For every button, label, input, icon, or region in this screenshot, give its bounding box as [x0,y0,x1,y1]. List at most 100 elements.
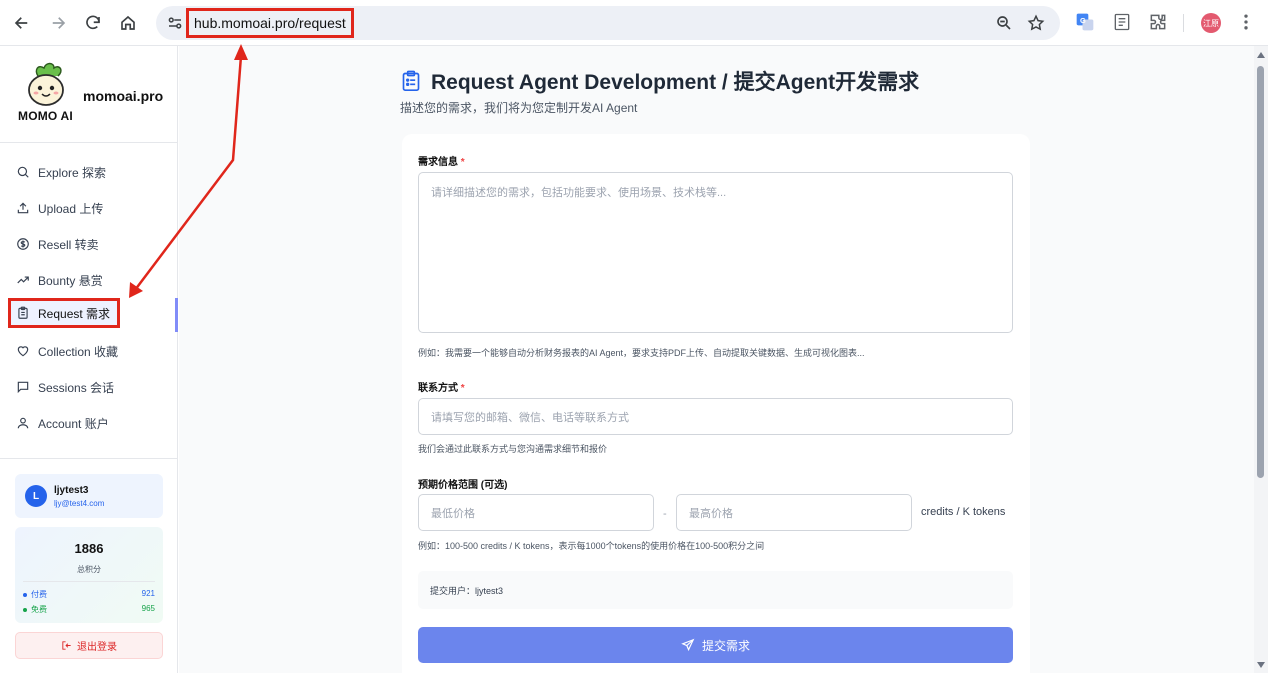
requirement-label-text: 需求信息 [418,157,458,168]
toolbar-divider [1183,14,1184,32]
points-label: 总积分 [77,565,101,574]
extensions-icon[interactable] [1148,12,1168,32]
paid-value: 921 [141,589,155,598]
sidebar-item-label: Request 需求 [38,306,111,321]
logout-label: 退出登录 [77,642,117,653]
page-subtitle: 描述您的需求，我们将为您定制开发AI Agent [400,101,638,115]
sidebar-item-label: Collection 收藏 [38,344,119,359]
back-button[interactable] [9,10,35,36]
clipboard-icon [18,306,28,319]
home-icon [121,15,135,30]
required-mark: * [460,157,465,168]
user-email: ljy@test4.com [54,499,105,508]
heart-icon [17,346,29,357]
request-form-card: 需求信息 * 请详细描述您的需求，包括功能要求、使用场景、技术栈等... 例如：… [402,134,1030,673]
arrow-left-icon [14,17,28,29]
scroll-thumb[interactable] [1257,66,1264,478]
sidebar-item-label: Account 账户 [38,416,109,431]
paid-label: 付费 [31,590,47,599]
forward-button[interactable] [45,10,71,36]
sidebar-item-sessions[interactable]: Sessions 会话 [8,372,170,402]
user-icon [17,417,29,429]
logout-icon [62,641,71,650]
contact-hint: 我们会通过此联系方式与您沟通需求细节和报价 [418,444,608,454]
reload-button[interactable] [80,10,106,36]
trending-icon [17,276,29,284]
logo-text: MOMO AI [18,109,73,123]
page-scrollbar[interactable] [1254,46,1268,673]
logout-button[interactable]: 退出登录 [15,632,163,659]
paid-dot [23,592,27,597]
send-icon [681,638,695,652]
address-bar[interactable]: hub.momoai.pro/request [156,6,1060,40]
user-name: ljytest3 [54,485,89,496]
avatar: L [25,485,47,507]
points-card: 1886 总积分 付费 921 免费 965 [15,527,163,623]
more-menu-icon[interactable] [1236,12,1256,32]
upload-icon [17,202,29,214]
search-icon [17,166,29,178]
clipboard-icon [402,70,420,92]
page-title: Request Agent Development / 提交Agent开发需求 [401,66,919,96]
free-points-row: 免费 965 [23,604,155,615]
browser-toolbar: hub.momoai.pro/request G 江原 [0,0,1268,46]
max-price-input[interactable]: 最高价格 [676,494,912,531]
user-card[interactable]: L ljytest3 ljy@test4.com [15,474,163,518]
site-settings-icon[interactable] [166,14,184,32]
points-divider [23,581,155,582]
main-content: Request Agent Development / 提交Agent开发需求 … [179,46,1254,673]
arrow-right-icon [52,17,66,29]
sidebar-item-label: Upload 上传 [38,201,104,216]
requirement-label: 需求信息 * [418,153,465,168]
sidebar-item-collection[interactable]: Collection 收藏 [8,336,170,366]
sidebar-item-label: Sessions 会话 [38,380,115,395]
requirement-hint: 例如：我需要一个能够自动分析财务报表的AI Agent，要求支持PDF上传、自动… [418,348,865,358]
sidebar-item-resell[interactable]: Resell 转卖 [8,229,170,259]
star-icon[interactable] [1027,14,1045,32]
price-range-label: 预期价格范围 (可选) [418,480,508,491]
sidebar-item-explore[interactable]: Explore 探索 [8,157,170,187]
min-price-input[interactable]: 最低价格 [418,494,654,531]
home-button[interactable] [115,10,141,36]
contact-input[interactable]: 请填写您的邮箱、微信、电话等联系方式 [418,398,1013,435]
active-indicator [175,298,178,332]
range-separator: - [663,508,667,520]
required-mark: * [460,383,465,394]
sidebar-item-label: Bounty 悬赏 [38,273,103,288]
free-label: 免费 [31,605,47,614]
sidebar-item-label: Explore 探索 [38,165,107,180]
requirement-textarea[interactable]: 请详细描述您的需求，包括功能要求、使用场景、技术栈等... [418,172,1013,333]
profile-avatar[interactable]: 江原 [1201,13,1221,33]
submit-button[interactable]: 提交需求 [418,627,1013,663]
reload-icon [86,15,100,30]
sidebar-item-label: Resell 转卖 [38,237,99,252]
page-title-text: Request Agent Development / 提交Agent开发需求 [431,71,920,94]
sidebar-item-upload[interactable]: Upload 上传 [8,193,170,223]
free-dot [23,607,27,612]
sidebar-item-bounty[interactable]: Bounty 悬赏 [8,265,170,295]
url-text[interactable]: hub.momoai.pro/request [186,8,354,38]
sidebar-item-account[interactable]: Account 账户 [8,408,170,438]
contact-label: 联系方式 * [418,379,465,394]
contact-label-text: 联系方式 [418,383,458,394]
scroll-up-icon[interactable] [1257,52,1265,58]
translate-icon[interactable]: G [1075,12,1095,32]
site-name: momoai.pro [83,88,164,104]
submit-label: 提交需求 [701,638,750,653]
sidebar-item-request[interactable]: Request 需求 [8,298,120,328]
sidebar-divider [0,458,178,459]
price-hint: 例如：100-500 credits / K tokens，表示每1000个to… [418,541,765,551]
submitter-info: 提交用户：ljytest3 [418,571,1013,609]
paid-points-row: 付费 921 [23,589,155,600]
points-total: 1886 [74,541,104,556]
logo-area: MOMO AI momoai.pro [0,46,178,143]
price-unit: credits / K tokens [921,506,1006,518]
sidebar: MOMO AI momoai.pro Explore 探索 Upload 上传 … [0,46,178,673]
dollar-icon [17,238,29,250]
svg-text:G: G [1080,16,1086,25]
zoom-icon[interactable] [995,14,1013,32]
scroll-down-icon[interactable] [1257,662,1265,668]
chat-icon [17,381,29,394]
reader-icon[interactable] [1112,12,1132,32]
free-value: 965 [141,604,155,613]
